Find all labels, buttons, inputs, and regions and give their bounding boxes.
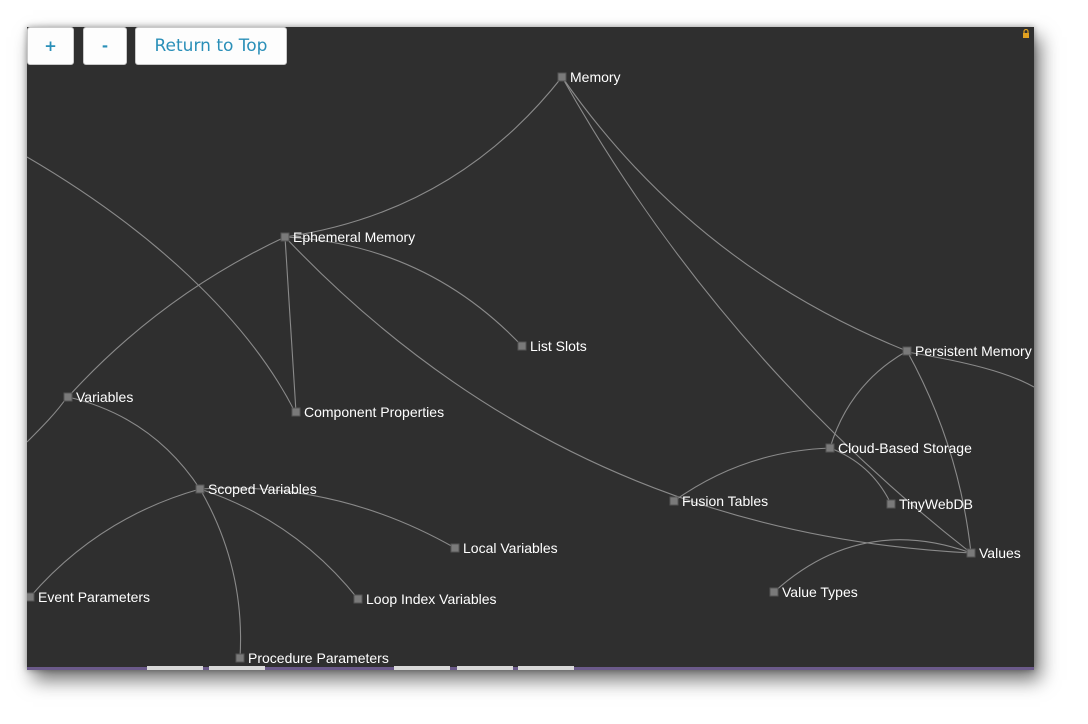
node-label[interactable]: Component Properties [304,404,444,420]
node-label[interactable]: List Slots [530,338,587,354]
edge-offscreen-variables [27,396,68,443]
node-persistent[interactable]: Persistent Memory [902,343,1032,359]
node-marker[interactable] [353,594,363,604]
node-marker[interactable] [669,496,679,506]
edges-layer [27,76,1034,659]
edge-persistent-cloud [829,350,908,449]
node-scoped[interactable]: Scoped Variables [195,481,317,497]
node-label[interactable]: Event Parameters [38,589,150,605]
node-label[interactable]: Scoped Variables [208,481,317,497]
node-marker[interactable] [902,346,912,356]
node-ephemeral[interactable]: Ephemeral Memory [280,229,415,245]
edge-memory-persistent [561,76,908,352]
node-variables[interactable]: Variables [63,389,133,405]
edge-scoped-event [29,488,201,598]
node-event[interactable]: Event Parameters [27,589,150,605]
taskbar-tab[interactable] [147,666,203,670]
node-marker[interactable] [557,72,567,82]
edge-ephemeral-listslots [284,236,523,347]
edge-memory-ephemeral [284,76,563,238]
node-label[interactable]: Ephemeral Memory [293,229,415,245]
node-label[interactable]: Local Variables [463,540,558,556]
node-marker[interactable] [280,232,290,242]
taskbar-tab[interactable] [457,666,513,670]
edge-cloud-tinywebdb [829,447,892,505]
node-marker[interactable] [769,587,779,597]
node-listslots[interactable]: List Slots [517,338,587,354]
node-component[interactable]: Component Properties [291,404,444,420]
node-label[interactable]: Procedure Parameters [248,650,389,666]
node-marker[interactable] [27,592,35,602]
node-marker[interactable] [966,548,976,558]
node-procedure[interactable]: Procedure Parameters [235,650,389,666]
taskbar-tab[interactable] [518,666,574,670]
node-local[interactable]: Local Variables [450,540,558,556]
nodes-layer: Memory Ephemeral Memory List Slots Persiste… [27,69,1032,666]
node-memory[interactable]: Memory [557,69,621,85]
node-label[interactable]: Variables [76,389,133,405]
node-loop[interactable]: Loop Index Variables [353,591,497,607]
edge-ephemeral-variables [67,236,286,398]
graph-svg[interactable]: Memory Ephemeral Memory List Slots Persiste… [27,27,1034,670]
edge-offscreen-component [27,156,296,413]
edge-ephemeral-component [284,236,297,413]
edge-scoped-procedure [199,488,242,659]
node-marker[interactable] [195,484,205,494]
node-label[interactable]: Value Types [782,584,858,600]
zoom-in-button[interactable]: + [27,27,74,65]
node-cloud[interactable]: Cloud-Based Storage [825,440,972,456]
node-marker[interactable] [235,653,245,663]
node-values[interactable]: Values [966,545,1021,561]
edge-variables-scoped [67,396,201,490]
mind-map-canvas[interactable]: Memory Ephemeral Memory List Slots Persiste… [27,27,1034,670]
node-marker[interactable] [63,392,73,402]
node-label[interactable]: Memory [570,69,621,85]
node-marker[interactable] [886,499,896,509]
node-label[interactable]: TinyWebDB [899,496,973,512]
edge-memory-values [561,76,972,554]
edge-ephemeral-values [284,236,972,554]
return-to-top-button[interactable]: Return to Top [135,27,287,65]
node-label[interactable]: Cloud-Based Storage [838,440,972,456]
node-marker[interactable] [291,407,301,417]
taskbar-tab[interactable] [209,666,265,670]
node-label[interactable]: Values [979,545,1021,561]
zoom-out-button[interactable]: - [83,27,127,65]
node-fusion[interactable]: Fusion Tables [669,493,768,509]
node-marker[interactable] [825,443,835,453]
node-tinywebdb[interactable]: TinyWebDB [886,496,973,512]
node-marker[interactable] [450,543,460,553]
lock-icon [1023,29,1029,38]
node-marker[interactable] [517,341,527,351]
edge-scoped-loop [199,488,359,600]
node-label[interactable]: Persistent Memory [915,343,1032,359]
node-valuetypes[interactable]: Value Types [769,584,858,600]
taskbar-tab[interactable] [394,666,450,670]
node-label[interactable]: Loop Index Variables [366,591,497,607]
node-label[interactable]: Fusion Tables [682,493,768,509]
